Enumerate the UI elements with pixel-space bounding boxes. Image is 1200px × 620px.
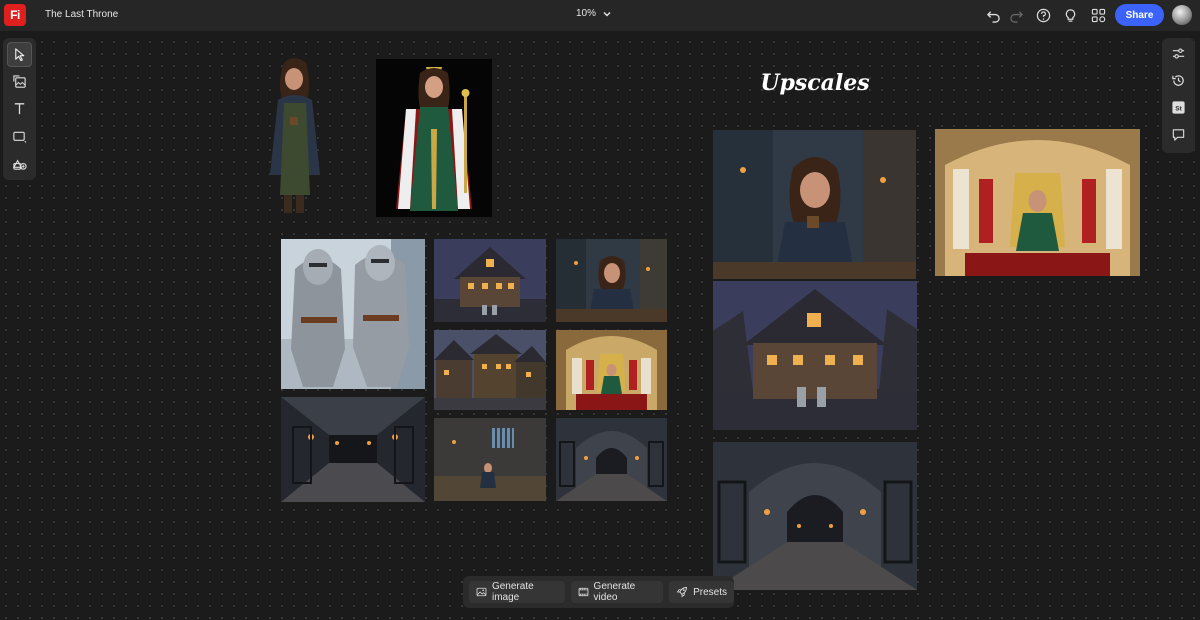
generate-image-button[interactable]: Generate image (469, 581, 565, 603)
generate-image-label: Generate image (491, 581, 534, 603)
document-title[interactable]: The Last Throne (45, 9, 118, 20)
presets-label: Presets (693, 586, 727, 598)
top-bar: Fi The Last Throne 10% Share (0, 0, 1200, 31)
undo-icon[interactable] (984, 6, 1002, 24)
generative-fill-icon (12, 159, 27, 170)
upscale-queen-throne-image[interactable] (935, 129, 1140, 276)
image-icon (476, 587, 487, 597)
comments-button[interactable] (1166, 122, 1191, 147)
shape-tool-button[interactable] (7, 124, 32, 149)
history-button[interactable] (1166, 68, 1191, 93)
bottom-bar: Generate image Generate video Presets (463, 576, 734, 608)
generate-video-button[interactable]: Generate video (570, 581, 664, 603)
chevron-down-icon (603, 11, 611, 16)
generate-video-label: Generate video (593, 581, 636, 603)
presets-button[interactable]: Presets (669, 581, 734, 603)
video-icon (578, 587, 588, 597)
dungeon-cell-image[interactable] (434, 418, 546, 501)
queen-throne-image[interactable] (556, 330, 667, 410)
adjustments-button[interactable] (1166, 41, 1191, 66)
upscale-arched-corridor-image[interactable] (713, 442, 917, 590)
history-icon (1172, 75, 1184, 86)
redo-icon[interactable] (1007, 6, 1025, 24)
apps-icon[interactable] (1089, 6, 1107, 24)
avatar[interactable] (1172, 5, 1192, 25)
rocket-icon (676, 587, 688, 598)
text-icon (14, 103, 25, 115)
sliders-icon (1172, 48, 1185, 59)
help-icon[interactable] (1034, 6, 1052, 24)
rectangle-icon (13, 131, 27, 144)
stock-icon: St (1172, 101, 1185, 114)
zoom-dropdown[interactable]: 10% (576, 8, 612, 19)
zoom-level: 10% (576, 8, 597, 19)
app-logo[interactable]: Fi (4, 4, 26, 26)
comment-icon (1172, 129, 1185, 141)
character-queen-image[interactable] (376, 59, 492, 217)
generate-tool-button[interactable] (7, 151, 32, 176)
stock-button[interactable]: St (1166, 95, 1191, 120)
woman-tavern-image[interactable] (556, 239, 667, 322)
left-toolbar (3, 38, 36, 180)
character-woman-mug-image[interactable] (262, 55, 326, 219)
add-image-tool-button[interactable] (7, 69, 32, 94)
dungeon-corridor-image[interactable] (281, 397, 425, 502)
svg-text:St: St (1175, 105, 1182, 112)
upscale-tavern-dusk-image[interactable] (713, 281, 917, 430)
share-button[interactable]: Share (1115, 4, 1164, 26)
canvas-heading[interactable]: Upscales (740, 70, 890, 96)
arched-corridor-image[interactable] (556, 418, 667, 501)
text-tool-button[interactable] (7, 96, 32, 121)
village-street-image[interactable] (434, 330, 546, 410)
select-tool-button[interactable] (7, 42, 32, 67)
lightbulb-icon[interactable] (1061, 6, 1079, 24)
pointer-icon (15, 48, 25, 62)
add-image-icon (13, 75, 26, 88)
right-toolbar: St (1162, 38, 1195, 153)
upscale-woman-tavern-image[interactable] (713, 130, 916, 279)
knights-image[interactable] (281, 239, 425, 389)
tavern-dusk-image[interactable] (434, 239, 546, 322)
